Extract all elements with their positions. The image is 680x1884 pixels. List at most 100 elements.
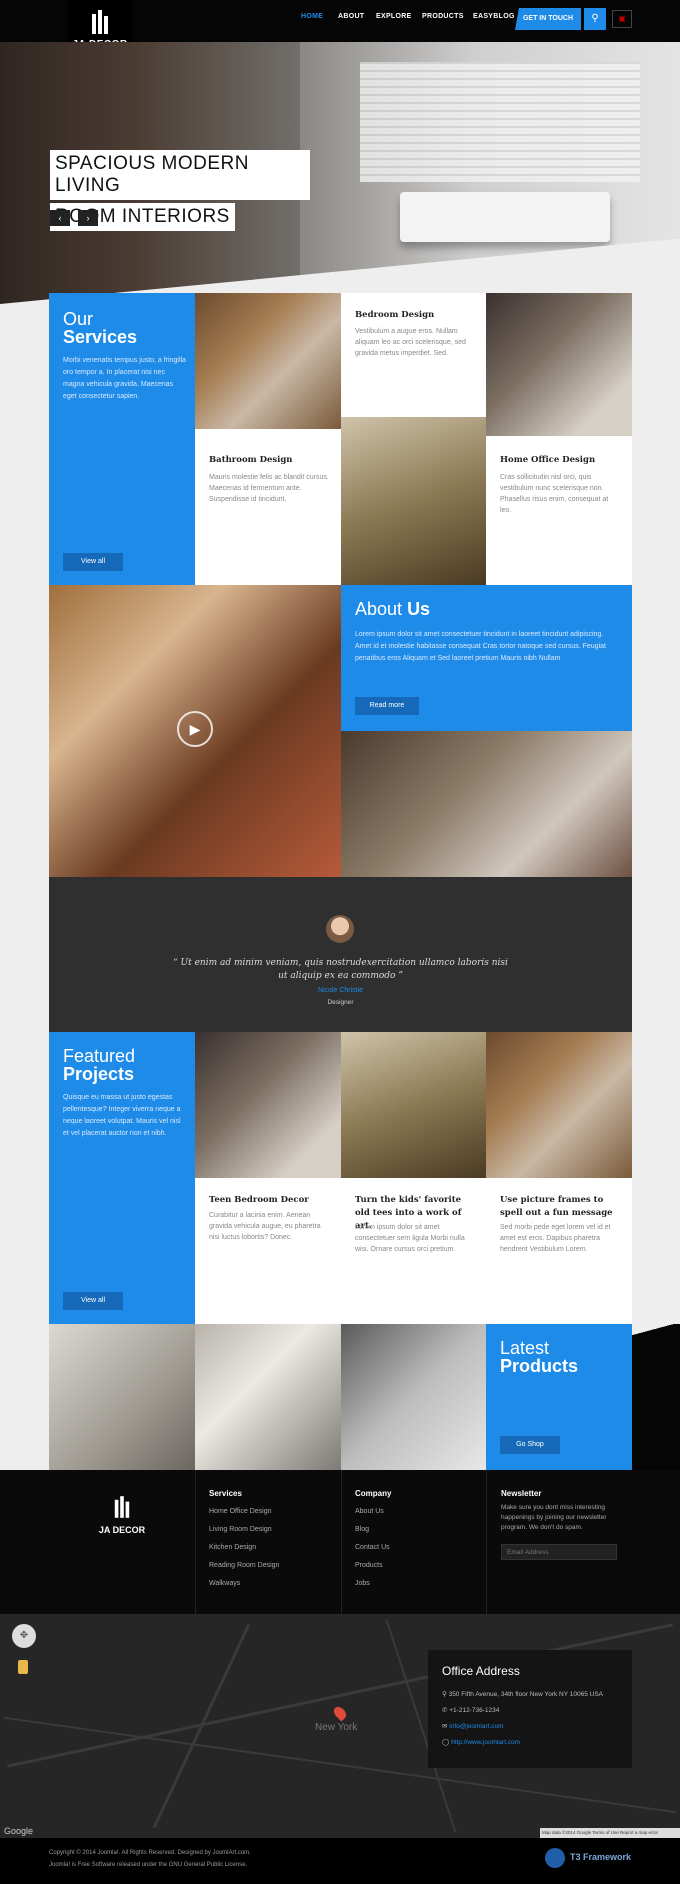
card-title: Bedroom Design xyxy=(355,310,435,320)
services-view-all-button[interactable]: View all xyxy=(63,553,123,571)
bathroom-image[interactable] xyxy=(341,417,486,585)
product-image-2[interactable] xyxy=(195,1324,341,1470)
footer-divider xyxy=(341,1470,342,1614)
project-card-text: Curabitur a lacinia enim. Aenean gravida… xyxy=(209,1212,321,1241)
about-read-more-button[interactable]: Read more xyxy=(355,697,419,715)
office-web[interactable]: http://www.joomlart.com xyxy=(451,1739,520,1746)
map-attribution[interactable]: Map data ©2014 Google Terms of Use Repor… xyxy=(540,1828,680,1838)
hero-window-blinds xyxy=(360,62,640,182)
map-road xyxy=(152,1623,251,1829)
project-image-2[interactable] xyxy=(341,1032,486,1178)
footer-link[interactable]: Walkways xyxy=(209,1580,240,1587)
email-icon: ✉ xyxy=(442,1723,448,1730)
uk-flag-icon[interactable]: ▣ xyxy=(612,10,632,28)
search-icon[interactable]: ⚲ xyxy=(584,8,606,30)
project-card-title[interactable]: Use picture frames to spell out a fun me… xyxy=(500,1194,618,1220)
slider-prev-button[interactable]: ‹ xyxy=(50,210,70,226)
bottom-bar: Copyright © 2014 Joomla!. All Rights Res… xyxy=(0,1838,680,1884)
map-city-label: New York xyxy=(315,1722,358,1733)
about-panel: About Us Lorem ipsum dolor sit amet cons… xyxy=(341,585,632,731)
project-card-title[interactable]: Teen Bedroom Decor xyxy=(209,1194,329,1207)
about-title-light: About xyxy=(355,599,403,619)
license-text: Joomla! is Free Software released under … xyxy=(49,1862,248,1868)
street-view-icon[interactable] xyxy=(18,1660,28,1674)
projects-panel: Featured Projects Quisque eu massa ut ju… xyxy=(49,1032,195,1324)
bathroom-design-card[interactable]: Bathroom Design Mauris molestie felis ac… xyxy=(195,429,341,585)
projects-view-all-button[interactable]: View all xyxy=(63,1292,123,1310)
testimonial-avatar xyxy=(326,915,354,943)
nav-explore[interactable]: EXPLORE xyxy=(376,13,412,20)
card-title: Home Office Design xyxy=(500,455,596,465)
about-text: Lorem ipsum dolor sit amet consectetuer … xyxy=(355,631,606,662)
get-in-touch-button[interactable]: GET IN TOUCH xyxy=(515,8,581,30)
footer-divider xyxy=(486,1470,487,1614)
hero-bed xyxy=(400,192,610,242)
footer-company-title: Company xyxy=(355,1489,392,1498)
google-logo: Google xyxy=(4,1826,34,1836)
project-card-text: Sed morbi pede eget lorem vel id et amet… xyxy=(500,1224,611,1253)
lounge-image[interactable] xyxy=(341,731,632,877)
office-email[interactable]: info@joomlart.com xyxy=(449,1723,503,1730)
product-image-1[interactable] xyxy=(49,1324,195,1470)
home-office-design-card[interactable]: Home Office Design Cras sollicitudin nis… xyxy=(486,436,632,585)
card-title: Bathroom Design xyxy=(209,455,293,465)
bedroom-design-card[interactable]: Bedroom Design Vestibulum a augue eros. … xyxy=(341,293,486,417)
footer-link[interactable]: Blog xyxy=(355,1526,369,1533)
project-image-1[interactable] xyxy=(195,1032,341,1178)
footer-logo-text: JA DECOR xyxy=(98,1525,146,1535)
footer-divider xyxy=(195,1470,196,1614)
about-title-bold: Us xyxy=(407,599,431,619)
project-image-3[interactable] xyxy=(486,1032,632,1178)
globe-icon: ◯ xyxy=(442,1739,450,1746)
nav-home[interactable]: HOME xyxy=(301,13,323,20)
nav-about[interactable]: ABOUT xyxy=(338,13,364,20)
card-text: Mauris molestie felis ac blandit cursus.… xyxy=(209,474,329,503)
newsletter-email-input[interactable] xyxy=(501,1544,617,1560)
about-title: About Us xyxy=(355,599,430,620)
testimonial-quote: “ Ut enim ad minim veniam, quis nostrude… xyxy=(173,958,508,981)
products-title-bold: Products xyxy=(500,1356,579,1376)
kitchen-image[interactable] xyxy=(195,293,341,429)
footer-link[interactable]: Contact Us xyxy=(355,1544,390,1551)
projects-cards: Teen Bedroom Decor Curabitur a lacinia e… xyxy=(195,1178,632,1324)
hero-title-line1: SPACIOUS MODERN LIVING xyxy=(50,150,310,200)
projects-text: Quisque eu massa ut justo egestas pellen… xyxy=(63,1094,181,1137)
card-text: Vestibulum a augue eros. Nullam aliquam … xyxy=(355,328,466,357)
page: JA DECOR HOME ABOUT EXPLORE PRODUCTS EAS… xyxy=(0,0,680,1884)
nav-easyblog[interactable]: EASYBLOG xyxy=(473,13,515,20)
services-text: Morbi venenatis tempus justo, a fringill… xyxy=(63,357,186,400)
footer-link[interactable]: Reading Room Design xyxy=(209,1562,279,1569)
product-image-3[interactable] xyxy=(341,1324,486,1470)
footer-link[interactable]: Living Room Design xyxy=(209,1526,272,1533)
office-email-row[interactable]: ✉ info@joomlart.com xyxy=(442,1722,504,1730)
map-marker-icon[interactable] xyxy=(331,1704,349,1722)
nav-products[interactable]: PRODUCTS xyxy=(422,13,464,20)
card-text: Cras sollicitudin nisl orci, quis vestib… xyxy=(500,474,609,514)
footer-services-title: Services xyxy=(209,1489,242,1498)
home-office-image[interactable] xyxy=(486,293,632,436)
office-title: Office Address xyxy=(442,1664,520,1678)
play-icon[interactable]: ▶ xyxy=(177,711,213,747)
copyright-text: Copyright © 2014 Joomla!. All Rights Res… xyxy=(49,1850,251,1856)
office-phone-row: ✆ +1-212-736-1234 xyxy=(442,1706,499,1714)
footer-link[interactable]: Kitchen Design xyxy=(209,1544,256,1551)
footer-logo[interactable]: JA DECOR xyxy=(49,1470,195,1614)
slider-next-button[interactable]: › xyxy=(78,210,98,226)
go-shop-button[interactable]: Go Shop xyxy=(500,1436,560,1454)
footer-link[interactable]: About Us xyxy=(355,1508,384,1515)
building-icon xyxy=(92,10,108,34)
t3-framework-label[interactable]: T3 Framework xyxy=(570,1852,631,1862)
office-address-row: ⚲ 350 Fifth Avenue, 34th floor New York … xyxy=(442,1690,603,1698)
footer-link[interactable]: Jobs xyxy=(355,1580,370,1587)
footer-link[interactable]: Products xyxy=(355,1562,383,1569)
map-pan-control-icon[interactable]: ✥ xyxy=(12,1624,36,1648)
footer-link[interactable]: Home Office Design xyxy=(209,1508,272,1515)
building-icon xyxy=(114,1496,130,1518)
t3-logo-icon[interactable] xyxy=(545,1848,565,1868)
office-web-row[interactable]: ◯ http://www.joomlart.com xyxy=(442,1738,520,1746)
phone-icon: ✆ xyxy=(442,1707,448,1714)
newsletter-text: Make sure you dont miss interesting happ… xyxy=(501,1504,607,1531)
testimonial-role: Designer xyxy=(327,999,354,1006)
about-video-image[interactable]: ▶ xyxy=(49,585,341,877)
map-pin-icon: ⚲ xyxy=(442,1691,447,1698)
